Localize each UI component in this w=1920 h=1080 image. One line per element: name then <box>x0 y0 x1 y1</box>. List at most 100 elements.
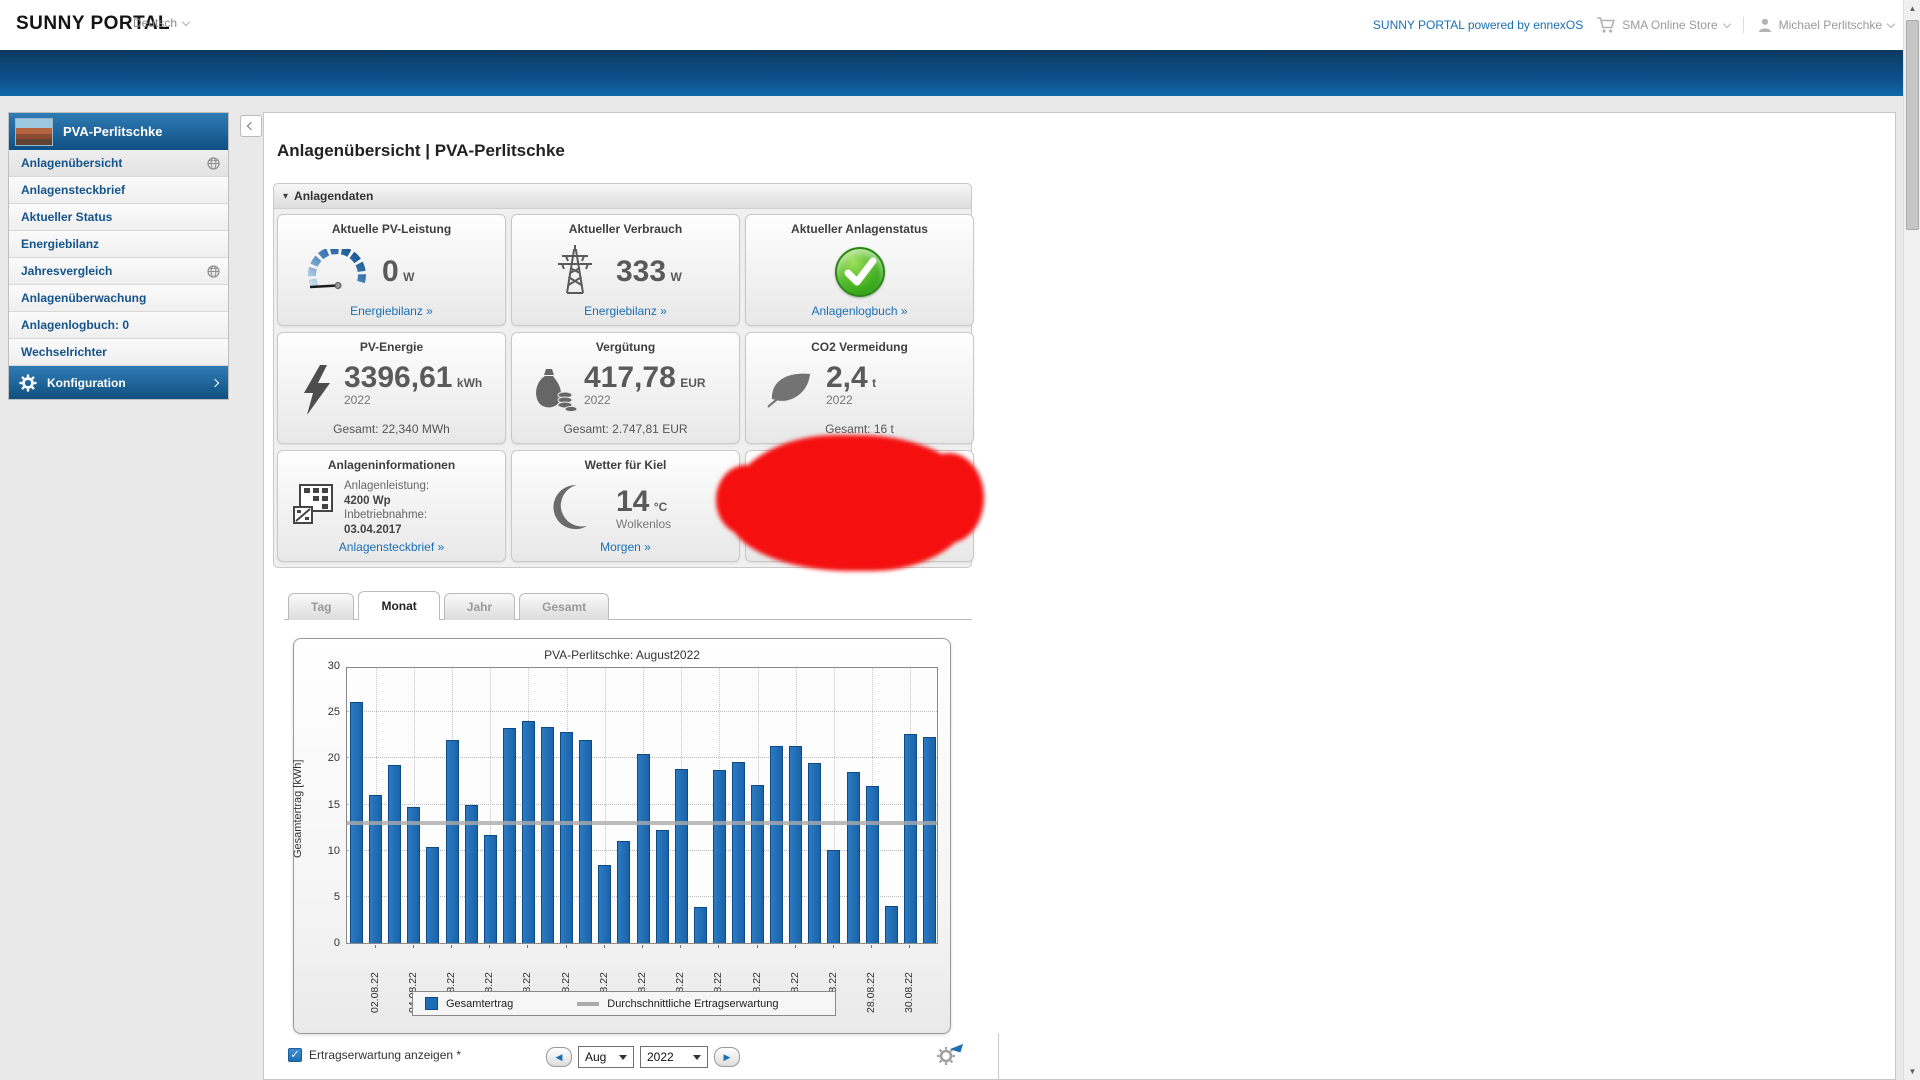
pv-energy-total: Gesamt: 22,340 MWh <box>333 422 450 436</box>
scrollbar-up-arrow[interactable]: ▲ <box>1904 0 1920 17</box>
collapse-panel-button[interactable] <box>240 115 262 137</box>
divider <box>1742 17 1744 33</box>
chart-panel: PVA-Perlitschke: August2022 Gesamtertrag… <box>292 638 951 1034</box>
tile-title: Wetter für Kiel <box>584 458 667 472</box>
plant-name: PVA-Perlitschke <box>63 124 163 139</box>
language-dropdown[interactable]: Deutsch <box>133 16 191 30</box>
tile-value-block: 417,78 EUR 2022 <box>584 361 706 408</box>
tile-title: PV-Energie <box>359 340 424 354</box>
anlagenlogbuch-link[interactable]: Anlagenlogbuch » <box>746 304 973 318</box>
sidebar-item-energiebilanz[interactable]: Energiebilanz <box>9 231 228 258</box>
scrollbar-down-arrow[interactable]: ▼ <box>1904 1063 1920 1080</box>
store-dropdown[interactable]: SMA Online Store <box>1596 16 1731 34</box>
co2-value: 2,4 <box>826 361 868 394</box>
chart-bar <box>770 746 784 943</box>
sidebar-item-anlagensteckbrief[interactable]: Anlagensteckbrief <box>9 177 228 204</box>
sidebar-item-aktueller-status[interactable]: Aktueller Status <box>9 204 228 231</box>
tile-value-block: 14 °C Wolkenlos <box>616 487 672 532</box>
chart-bar <box>426 846 440 943</box>
tile-pv-energy: PV-Energie 3396,61 kWh 2022 Gesamt: 22,3… <box>277 332 506 444</box>
sidebar-item-konfiguration[interactable]: Konfiguration <box>9 366 228 399</box>
y-tick-label: 0 <box>333 937 340 949</box>
anlagensteckbrief-link[interactable]: Anlagensteckbrief » <box>278 540 505 554</box>
sidebar-item-anlagenüberwachung[interactable]: Anlagenüberwachung <box>9 285 228 312</box>
tile-plant-info: Anlageninformationen Anlagenleistung: 42… <box>277 450 506 562</box>
tile-value-row: 0 W <box>382 257 414 287</box>
remuneration-unit: EUR <box>680 376 706 390</box>
chart-bar <box>521 721 535 943</box>
sidebar-menu: Anlagenübersicht Anlagensteckbrief Aktuell… <box>9 150 228 366</box>
chart-bar <box>617 841 631 943</box>
x-axis-tick <box>756 945 758 948</box>
leaf-icon <box>767 373 810 408</box>
chart-settings-button[interactable] <box>936 1040 964 1068</box>
pv-power-unit: W <box>403 270 415 284</box>
x-axis-tick <box>871 945 873 948</box>
remuneration-total: Gesamt: 2.747,81 EUR <box>563 422 688 436</box>
checkbox-label: Ertragserwartung anzeigen * <box>309 1048 462 1062</box>
scrollbar-thumb[interactable] <box>1906 20 1919 230</box>
sidebar-item-label: Anlagenüberwachung <box>21 291 147 305</box>
next-month-button[interactable]: ▶ <box>714 1047 740 1067</box>
consumption-value: 333 <box>616 255 667 288</box>
period-tabs: Tag Monat Jahr Gesamt <box>288 591 610 620</box>
globe-icon <box>207 156 220 170</box>
gauge-icon <box>308 249 366 289</box>
energiebilanz-link[interactable]: Energiebilanz » <box>278 304 505 318</box>
tab-gesamt[interactable]: Gesamt <box>519 593 610 620</box>
cart-icon <box>1597 17 1616 33</box>
legend-ertragserwartung: Durchschnittliche Ertragserwartung <box>607 997 779 1010</box>
year-value: 2022 <box>647 1050 674 1064</box>
co2-unit: t <box>872 376 877 390</box>
tile-title: Aktueller Verbrauch <box>568 222 683 236</box>
tile-value-block: 2,4 t 2022 <box>826 361 877 408</box>
page-scrollbar[interactable]: ▲ ▼ <box>1903 0 1920 1080</box>
legend-gesamtertrag: Gesamtertrag <box>446 997 514 1010</box>
remuneration-year: 2022 <box>584 393 611 407</box>
anlagendaten-header[interactable]: ▾ Anlagendaten <box>274 184 971 209</box>
ertragserwartung-checkbox[interactable]: ✓ <box>288 1048 302 1062</box>
select-caret-icon <box>619 1054 627 1060</box>
sidebar-item-anlagenlogbuch-0[interactable]: Anlagenlogbuch: 0 <box>9 312 228 339</box>
tab-monat[interactable]: Monat <box>358 591 440 620</box>
column-divider <box>998 1033 999 1080</box>
pv-energy-year: 2022 <box>344 393 371 407</box>
sidebar-item-wechselrichter[interactable]: Wechselrichter <box>9 339 228 366</box>
user-menu[interactable]: Michael Perlitschke <box>1757 17 1896 33</box>
moon-icon <box>553 485 588 530</box>
redaction-blob <box>716 435 984 571</box>
sidebar-item-anlagenübersicht[interactable]: Anlagenübersicht <box>9 150 228 177</box>
tile-value-row: 333 W <box>616 257 682 287</box>
powered-by-link[interactable]: SUNNY PORTAL powered by ennexOS <box>1373 18 1583 32</box>
sidebar-item-label: Jahresvergleich <box>21 264 113 278</box>
x-tick-label: 02.08.22 <box>368 972 381 1013</box>
previous-month-button[interactable]: ◀ <box>546 1047 572 1067</box>
chevron-down-icon <box>181 17 191 26</box>
x-axis-tick <box>832 945 834 948</box>
chart-controls: ✓ Ertragserwartung anzeigen * ◀ Aug 2022… <box>288 1045 988 1075</box>
weather-condition: Wolkenlos <box>616 517 672 531</box>
year-select[interactable]: 2022 <box>640 1046 708 1068</box>
chevron-down-icon <box>1722 19 1731 28</box>
plant-thumbnail <box>15 117 53 146</box>
chart-bar <box>712 770 726 943</box>
remuneration-value: 417,78 <box>584 361 676 394</box>
tab-jahr[interactable]: Jahr <box>443 593 516 620</box>
select-caret-icon <box>693 1054 701 1060</box>
sidebar-item-jahresvergleich[interactable]: Jahresvergleich <box>9 258 228 285</box>
chart-bar <box>636 753 650 943</box>
user-icon <box>1758 18 1771 32</box>
chart-bar <box>560 731 574 943</box>
energiebilanz-link[interactable]: Energiebilanz » <box>512 304 739 318</box>
chart-plot <box>346 667 938 944</box>
y-tick-label: 25 <box>327 706 340 719</box>
tab-tag[interactable]: Tag <box>288 593 355 620</box>
legend-bar-swatch <box>425 997 438 1010</box>
chart-bar <box>655 830 669 943</box>
average-expectation-line <box>347 820 937 825</box>
anlagendaten-title: Anlagendaten <box>294 189 374 203</box>
y-tick-label: 30 <box>327 660 340 672</box>
morgen-link[interactable]: Morgen » <box>512 540 739 554</box>
tile-title: Aktueller Anlagenstatus <box>791 222 928 236</box>
month-select[interactable]: Aug <box>578 1046 634 1068</box>
